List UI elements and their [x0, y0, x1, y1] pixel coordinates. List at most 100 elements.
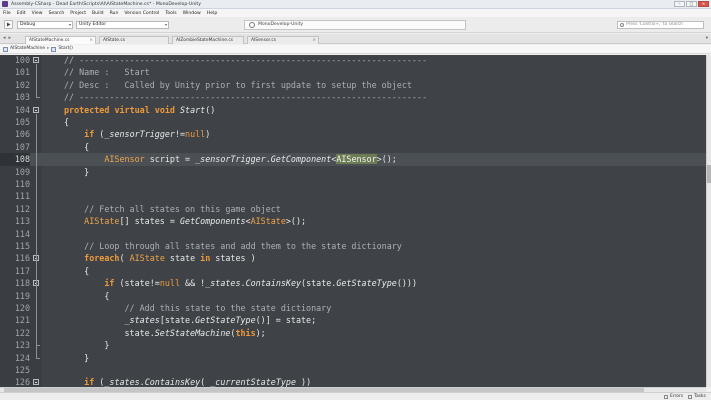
line-number: 110 [14, 179, 30, 189]
code-line[interactable]: 100 // ----------------------------------… [0, 55, 706, 66]
code-line[interactable]: 102 // Desc : Called by Unity prior to fi… [0, 79, 706, 91]
code-line[interactable]: 113 AIState[] states = GetComponents<AIS… [0, 215, 706, 227]
line-number: 122 [14, 327, 30, 338]
tasks-pad-button[interactable]: Tasks [688, 394, 706, 400]
status-display: MonoDevelop-Unity [244, 20, 466, 30]
line-number: 123 [14, 340, 30, 351]
code-line[interactable]: 104 protected virtual void Start() [0, 104, 706, 116]
code-line[interactable]: 121 _states[state.GetStateType()] = stat… [0, 314, 706, 326]
menu-version-control[interactable]: Version Control [124, 11, 159, 16]
class-icon [3, 46, 8, 52]
line-number: 105 [14, 117, 30, 127]
code-line[interactable]: 116 foreach( AIState state in states ) [0, 252, 706, 264]
errors-pad-button[interactable]: Errors [664, 394, 683, 400]
code-line[interactable]: 112 // Fetch all states on this game obj… [0, 203, 706, 215]
code-text: { [64, 290, 110, 301]
code-line[interactable]: 101 // Name : Start [0, 66, 706, 78]
code-text: AIState[] states = GetComponents<AIState… [84, 216, 307, 227]
run-button[interactable] [4, 20, 13, 29]
line-number: 117 [14, 265, 30, 276]
breadcrumb-method[interactable]: Start() [58, 45, 73, 53]
window-controls: – □ × [674, 1, 709, 7]
errors-label: Errors [670, 394, 683, 399]
target-dropdown[interactable]: Unity Editor ▾ [76, 21, 169, 29]
code-text: _states[state.GetStateType()] = state; [124, 315, 317, 326]
code-line[interactable]: 126 if (_states.ContainsKey( _currentSta… [0, 376, 706, 387]
fold-end-marker [36, 345, 40, 347]
code-text: } [64, 352, 90, 363]
tab-aistate[interactable]: AIState.cs [99, 36, 169, 44]
tab-aisensor[interactable]: AISensor.cs × [247, 36, 319, 44]
toolbar: Debug ▾ Unity Editor ▾ MonoDevelop-Unity… [0, 17, 711, 33]
tab-label: AISensor.cs [251, 38, 277, 43]
line-number: 101 [14, 67, 30, 78]
code-text: if (_sensorTrigger!=null) [84, 129, 211, 140]
menu-help[interactable]: Help [207, 11, 217, 16]
code-line[interactable]: 103 // ----------------------------------… [0, 91, 706, 103]
line-number: 106 [14, 129, 30, 140]
line-number: 111 [14, 191, 30, 202]
maximize-button[interactable]: □ [686, 1, 697, 7]
close-button[interactable]: × [698, 1, 709, 7]
code-line[interactable]: 122 state.SetStateMachine(this); [0, 327, 706, 339]
code-line[interactable]: 107 { [0, 141, 706, 153]
close-tab-icon[interactable]: × [89, 37, 93, 44]
vertical-scrollbar[interactable] [706, 55, 711, 387]
code-line[interactable]: 105 { [0, 116, 706, 128]
configuration-dropdown[interactable]: Debug ▾ [17, 21, 73, 29]
code-line[interactable]: 117 { [0, 265, 706, 277]
tab-label: AIState.cs [103, 38, 126, 43]
line-number: 103 [14, 92, 30, 103]
global-search-input[interactable]: Press 'Control+,' to search [617, 21, 704, 29]
code-line[interactable]: 125 [0, 364, 706, 376]
code-line[interactable]: 110 [0, 178, 706, 190]
fold-toggle-icon[interactable] [33, 379, 39, 386]
menu-project[interactable]: Project [70, 11, 86, 16]
code-line[interactable]: 120 // Add this state to the state dicti… [0, 302, 706, 314]
minimize-button[interactable]: – [674, 1, 685, 7]
chevron-down-icon: ▾ [164, 22, 167, 27]
code-line[interactable]: 119 { [0, 290, 706, 302]
fold-end-marker [36, 97, 40, 99]
tab-aizombiestatemachine[interactable]: AIZombieStateMachine.cs [172, 36, 244, 44]
fold-toggle-icon[interactable] [33, 57, 39, 63]
status-icon [249, 22, 255, 28]
tab-list-chevron-icon[interactable]: ▾ [706, 36, 708, 41]
code-line[interactable]: 106 if (_sensorTrigger!=null) [0, 128, 706, 140]
method-icon [51, 46, 57, 52]
scroll-thumb[interactable] [707, 165, 711, 183]
code-line[interactable]: 109 } [0, 166, 706, 178]
menu-file[interactable]: File [3, 11, 11, 16]
menu-window[interactable]: Window [183, 11, 201, 16]
code-line[interactable]: 118 if (state!=null && !_states.Contains… [0, 277, 706, 289]
fold-toggle-icon[interactable] [33, 106, 39, 113]
line-number: 112 [14, 203, 30, 214]
title-bar: Assembly-CSharp - Dead Earth\Scripts\AI\… [0, 0, 711, 9]
code-line[interactable]: 108 AISensor script = _sensorTrigger.Get… [0, 153, 706, 166]
menu-edit[interactable]: Edit [17, 11, 26, 16]
code-text: if (state!=null && !_states.ContainsKey(… [104, 278, 418, 289]
code-line[interactable]: 123 } [0, 339, 706, 351]
menu-search[interactable]: Search [49, 11, 65, 16]
fold-guide [36, 287, 37, 346]
tab-aistatemachine[interactable]: AIStateMachine.cs × [25, 36, 96, 44]
monodevelop-app-icon [2, 1, 8, 7]
code-text: { [64, 141, 90, 152]
configuration-value: Debug [20, 22, 36, 27]
menu-run[interactable]: Run [110, 11, 119, 16]
menu-build[interactable]: Build [92, 11, 104, 16]
code-text: // Loop through all states and add them … [84, 241, 402, 251]
code-lines: 100 // ----------------------------------… [0, 55, 706, 387]
code-text: protected virtual void Start() [64, 104, 216, 115]
code-line[interactable]: 124 } [0, 352, 706, 364]
breadcrumb-class[interactable]: AIStateMachine [10, 45, 45, 53]
code-line[interactable]: 114 [0, 228, 706, 240]
code-line[interactable]: 111 [0, 190, 706, 202]
menu-tools[interactable]: Tools [165, 11, 176, 16]
tab-nav-arrows-icon[interactable]: ◂▸ [3, 35, 14, 41]
code-line[interactable]: 115 // Loop through all states and add t… [0, 240, 706, 252]
line-number: 125 [14, 365, 30, 375]
close-tab-icon[interactable]: × [312, 37, 316, 44]
code-editor[interactable]: 100 // ----------------------------------… [0, 55, 706, 387]
menu-view[interactable]: View [32, 11, 43, 16]
